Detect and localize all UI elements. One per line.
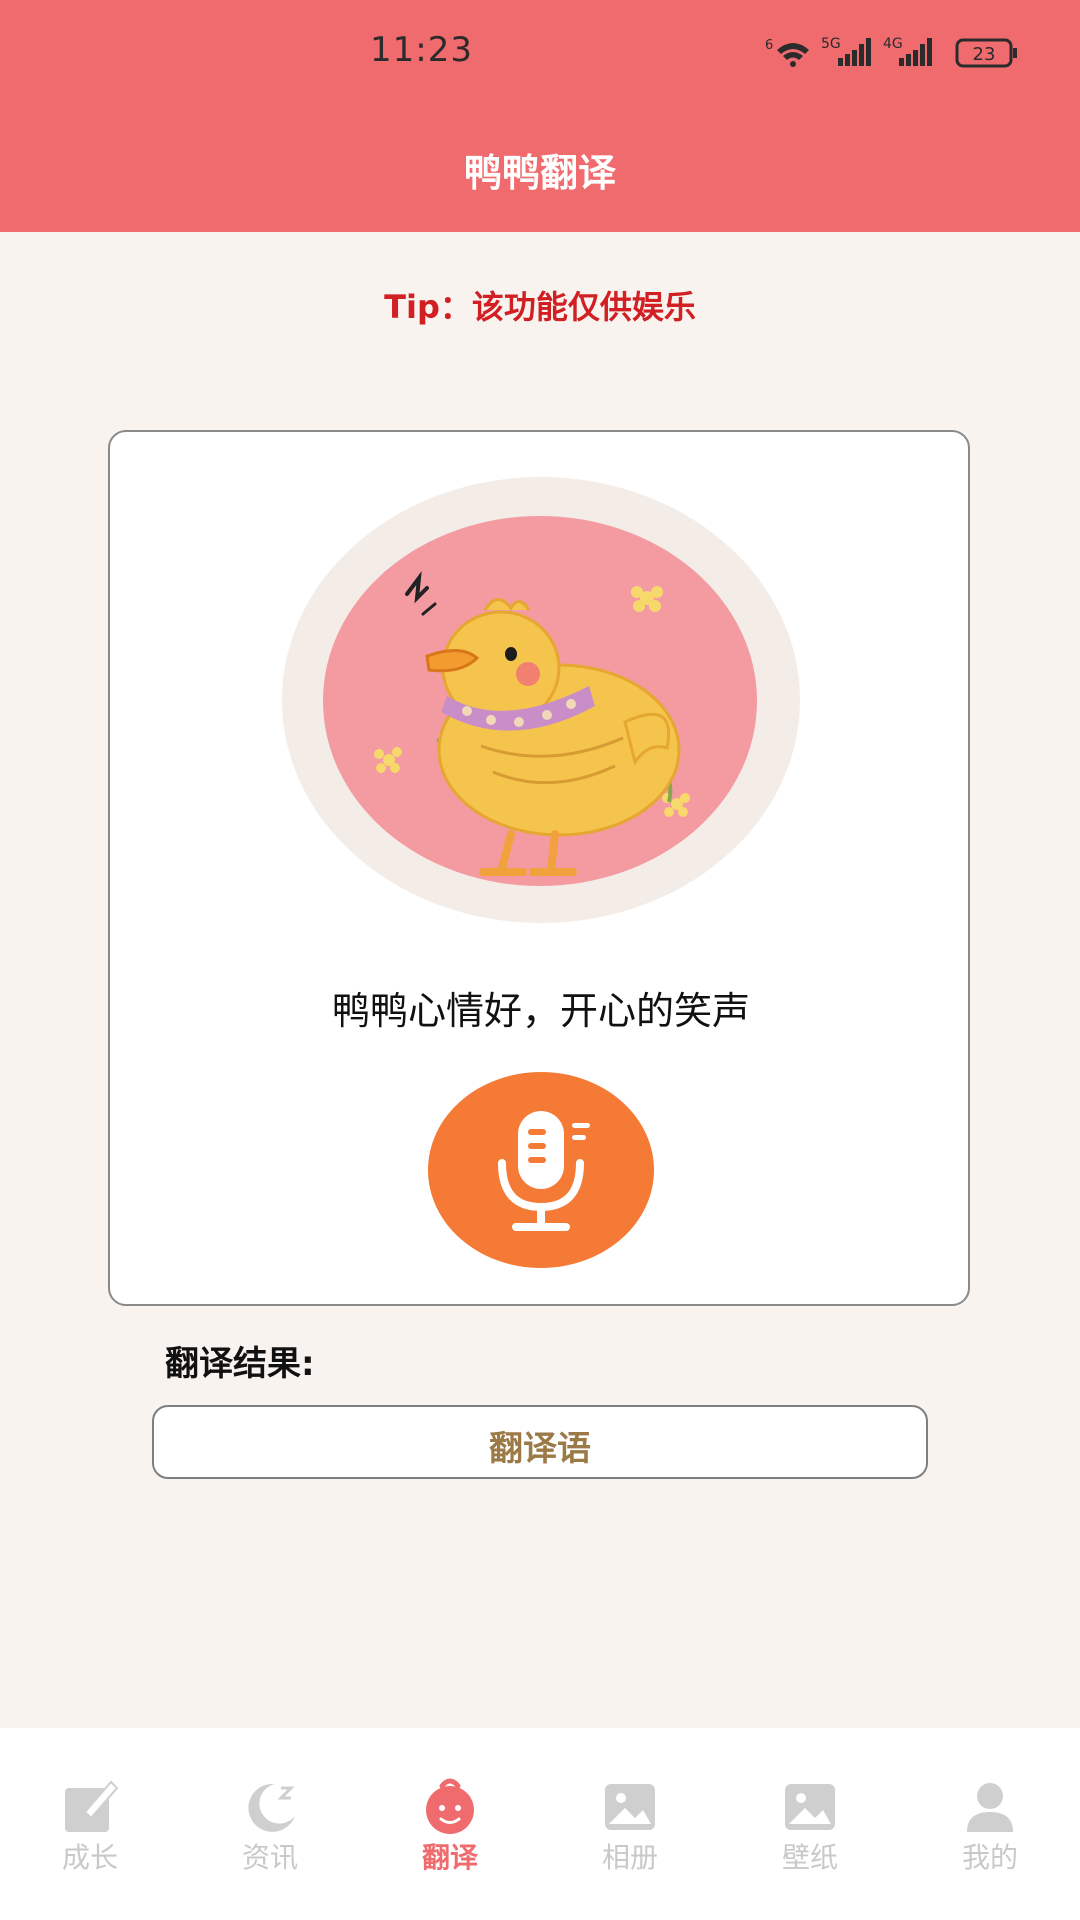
result-label: 翻译结果: — [165, 1344, 315, 1384]
status-bar: 11:23 6 5G 4G 23 — [0, 0, 1080, 112]
edit-icon — [65, 1780, 119, 1832]
nav-label-growth: 成长 — [61, 1841, 118, 1874]
battery-icon: 23 — [955, 38, 1017, 68]
moon-icon — [248, 1783, 295, 1832]
duck-illustration — [374, 571, 690, 876]
wifi-icon: 6 — [765, 38, 809, 67]
nav-profile[interactable]: 我的 — [900, 1728, 1080, 1920]
network-right-label: 4G — [883, 36, 903, 52]
user-icon — [967, 1783, 1013, 1832]
nav-label-news: 资讯 — [241, 1841, 298, 1874]
signal-5g-icon: 5G — [821, 36, 871, 66]
translation-result-text: 翻译语 — [489, 1429, 591, 1469]
tip-text: Tip：该功能仅供娱乐 — [384, 288, 696, 326]
nav-wallpaper[interactable]: 壁纸 — [720, 1728, 900, 1920]
nav-label-wallpaper: 壁纸 — [781, 1841, 838, 1874]
nav-news[interactable]: 资讯 — [180, 1728, 360, 1920]
translation-result-box[interactable]: 翻译语 — [152, 1405, 928, 1479]
image-icon — [785, 1784, 835, 1830]
bottom-navigation: 成长 资讯 翻译 相册 壁纸 我的 — [0, 1728, 1080, 1920]
battery-percent: 23 — [973, 44, 996, 65]
nav-label-album: 相册 — [601, 1841, 658, 1874]
translator-card: 鸭鸭心情好，开心的笑声 — [108, 430, 970, 1306]
microphone-icon — [498, 1111, 590, 1231]
baby-face-icon — [426, 1778, 474, 1834]
nav-album[interactable]: 相册 — [540, 1728, 720, 1920]
wifi-label: 6 — [765, 38, 773, 53]
status-time: 11:23 — [370, 30, 473, 70]
nav-label-translate: 翻译 — [421, 1841, 478, 1874]
nav-growth[interactable]: 成长 — [0, 1728, 180, 1920]
page-title: 鸭鸭翻译 — [463, 151, 616, 195]
nav-label-profile: 我的 — [961, 1841, 1018, 1874]
image-icon — [605, 1784, 655, 1830]
network-left-label: 5G — [821, 36, 841, 52]
app-header: 鸭鸭翻译 — [0, 112, 1080, 232]
duck-mood-text: 鸭鸭心情好，开心的笑声 — [331, 989, 750, 1033]
signal-4g-icon: 4G — [883, 36, 932, 66]
record-button[interactable] — [428, 1072, 654, 1268]
nav-translate[interactable]: 翻译 — [360, 1728, 540, 1920]
status-icons: 6 5G 4G 23 — [765, 36, 1017, 68]
